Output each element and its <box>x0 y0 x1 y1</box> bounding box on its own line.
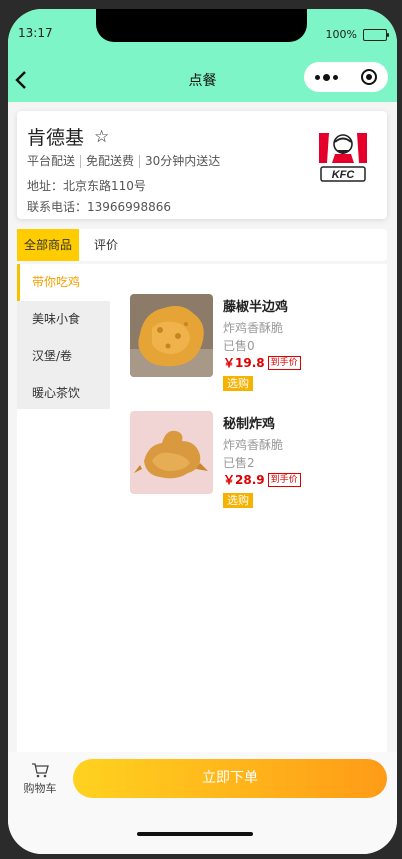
favorite-star-icon[interactable]: ☆ <box>94 127 109 147</box>
price-tag: 到手价 <box>267 355 301 370</box>
cart-label: 购物车 <box>23 782 57 795</box>
category-sidebar: 带你吃鸡 美味小食 汉堡/卷 暖心茶饮 <box>17 264 110 409</box>
tab-reviews[interactable]: 评价 <box>87 229 125 261</box>
battery-status: 100% <box>325 28 389 41</box>
product-item[interactable]: 秘制炸鸡 炸鸡香酥脆 已售2 ￥28.9 到手价 选购 <box>130 411 380 511</box>
product-price-row: ￥28.9 到手价 <box>223 471 301 488</box>
mini-program-capsule <box>304 62 388 92</box>
product-price-row: ￥19.8 到手价 <box>223 354 301 371</box>
battery-icon <box>363 28 389 41</box>
product-price: ￥28.9 <box>223 473 265 487</box>
header-bar: 13:17 100% 点餐 <box>8 9 397 102</box>
store-address: 地址：北京东路110号 <box>27 179 146 193</box>
product-image <box>130 411 213 494</box>
category-item-burgers[interactable]: 汉堡/卷 <box>17 338 110 375</box>
store-tags: 平台配送 免配送费 30分钟内送达 <box>27 155 225 168</box>
more-menu-icon[interactable] <box>315 73 339 81</box>
battery-percent: 100% <box>325 28 357 41</box>
bottom-bar: 购物车 立即下单 <box>8 752 397 854</box>
product-item[interactable]: 藤椒半边鸡 炸鸡香酥脆 已售0 ￥19.8 到手价 选购 <box>130 294 380 394</box>
store-tag: 免配送费 <box>80 155 139 168</box>
phone-frame: 13:17 100% 点餐 肯德基 ☆ 平台配送 免配送费 30分钟内送达 地址… <box>8 9 397 854</box>
cart-icon <box>32 763 49 778</box>
home-indicator <box>137 832 253 836</box>
select-spec-button[interactable]: 选购 <box>223 493 253 508</box>
category-item-chicken[interactable]: 带你吃鸡 <box>17 264 110 301</box>
store-name: 肯德基 <box>27 127 85 149</box>
product-sold: 已售2 <box>223 456 255 470</box>
notch <box>96 9 307 42</box>
product-name: 秘制炸鸡 <box>223 417 276 432</box>
category-item-snacks[interactable]: 美味小食 <box>17 301 110 338</box>
tab-all-products[interactable]: 全部商品 <box>17 229 79 261</box>
category-item-drinks[interactable]: 暖心茶饮 <box>17 375 110 412</box>
svg-text:KFC: KFC <box>332 169 356 181</box>
kfc-logo: KFC <box>315 127 371 185</box>
store-name-row: 肯德基 ☆ <box>27 123 109 150</box>
store-tag: 平台配送 <box>27 154 76 168</box>
close-capsule-icon[interactable] <box>360 69 377 85</box>
product-desc: 炸鸡香酥脆 <box>223 438 284 452</box>
product-desc: 炸鸡香酥脆 <box>223 321 284 335</box>
status-time: 13:17 <box>18 26 53 40</box>
select-spec-button[interactable]: 选购 <box>223 376 253 391</box>
tab-bar: 全部商品 评价 <box>17 229 387 261</box>
product-sold: 已售0 <box>223 339 255 353</box>
product-name: 藤椒半边鸡 <box>223 300 289 315</box>
product-price: ￥19.8 <box>223 356 265 370</box>
store-phone: 联系电话：13966998866 <box>27 200 171 214</box>
store-card: 肯德基 ☆ 平台配送 免配送费 30分钟内送达 地址：北京东路110号 联系电话… <box>17 111 387 219</box>
product-image <box>130 294 213 377</box>
store-tag: 30分钟内送达 <box>139 155 225 168</box>
place-order-button[interactable]: 立即下单 <box>73 759 387 798</box>
menu-content: 带你吃鸡 美味小食 汉堡/卷 暖心茶饮 藤椒半边鸡 炸鸡香酥脆 已售0 ￥19.… <box>17 264 387 754</box>
price-tag: 到手价 <box>267 472 301 487</box>
cart-button[interactable]: 购物车 <box>20 762 60 796</box>
